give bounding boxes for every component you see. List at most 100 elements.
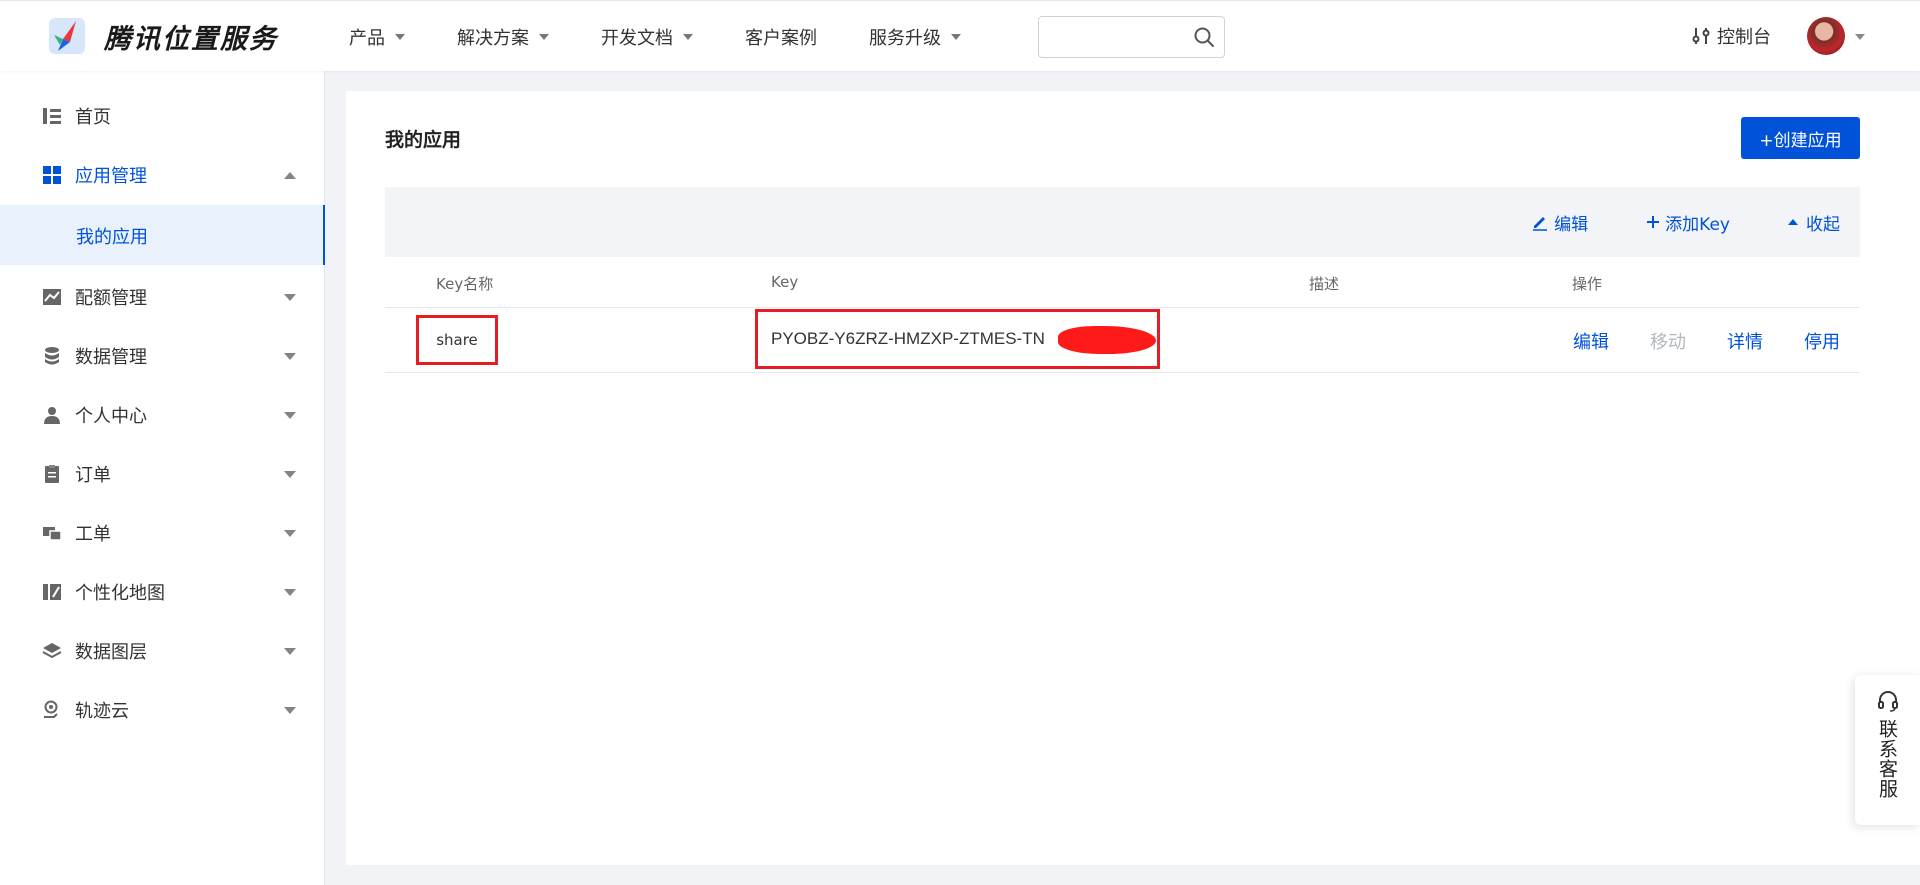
sidebar-item-data[interactable]: 数据管理 bbox=[0, 326, 325, 386]
top-header: 腾讯位置服务 产品 解决方案 开发文档 客户案例 服务升级 控制台 bbox=[0, 0, 1920, 71]
chevron-up-icon bbox=[284, 172, 296, 179]
main-nav: 产品 解决方案 开发文档 客户案例 服务升级 bbox=[349, 1, 1013, 72]
sidebar-item-label: 个人中心 bbox=[75, 406, 147, 427]
chevron-down-icon bbox=[951, 33, 961, 40]
contact-support-button[interactable]: 联系客服 bbox=[1855, 675, 1920, 825]
row-edit-button[interactable]: 编辑 bbox=[1573, 328, 1609, 354]
collapse-label: 收起 bbox=[1806, 214, 1840, 235]
sidebar-item-label: 工单 bbox=[75, 524, 111, 545]
chevron-down-icon bbox=[683, 33, 693, 40]
sidebar-item-app-management[interactable]: 应用管理 bbox=[0, 145, 325, 205]
page-title: 我的应用 bbox=[385, 129, 462, 151]
caret-up-icon bbox=[1788, 219, 1798, 225]
layers-icon bbox=[42, 643, 62, 659]
avatar[interactable] bbox=[1807, 17, 1845, 55]
chevron-down-icon bbox=[284, 589, 296, 596]
nav-docs[interactable]: 开发文档 bbox=[601, 24, 693, 50]
clipboard-icon bbox=[45, 465, 59, 483]
chevron-down-icon bbox=[539, 33, 549, 40]
chevron-down-icon[interactable] bbox=[1855, 34, 1865, 40]
brand-name: 腾讯位置服务 bbox=[104, 23, 278, 55]
sidebar-item-label: 数据管理 bbox=[75, 347, 147, 368]
edit-app-label: 编辑 bbox=[1554, 214, 1589, 235]
key-value-cell: PYOBZ-Y6ZRZ-HMZXP-ZTMES-TN bbox=[755, 309, 1160, 369]
custom-map-icon bbox=[43, 584, 61, 600]
table-row: share PYOBZ-Y6ZRZ-HMZXP-ZTMES-TN 编辑 移动 详… bbox=[385, 308, 1860, 373]
sidebar-item-label: 配额管理 bbox=[75, 288, 147, 309]
search-box bbox=[1038, 16, 1225, 58]
sidebar-item-tickets[interactable]: 工单 bbox=[0, 503, 325, 563]
compass-logo-icon bbox=[46, 15, 88, 57]
column-header-actions: 操作 bbox=[1572, 275, 1603, 293]
row-detail-button[interactable]: 详情 bbox=[1727, 328, 1763, 354]
chevron-down-icon bbox=[284, 530, 296, 537]
sidebar-item-profile[interactable]: 个人中心 bbox=[0, 385, 325, 445]
nav-solutions[interactable]: 解决方案 bbox=[457, 24, 549, 50]
column-header-key: Key bbox=[771, 273, 799, 291]
chart-icon bbox=[43, 289, 61, 305]
chevron-down-icon bbox=[284, 294, 296, 301]
add-key-label: 添加Key bbox=[1665, 214, 1730, 235]
search-icon[interactable] bbox=[1192, 25, 1216, 53]
sidebar-subitem-label: 我的应用 bbox=[76, 227, 148, 248]
nav-solutions-label: 解决方案 bbox=[457, 27, 529, 49]
nav-cases[interactable]: 客户案例 bbox=[745, 24, 817, 50]
console-label: 控制台 bbox=[1717, 27, 1771, 48]
redaction-mark bbox=[1058, 326, 1156, 354]
chevron-down-icon bbox=[395, 33, 405, 40]
chevron-down-icon bbox=[284, 471, 296, 478]
row-move-button[interactable]: 移动 bbox=[1650, 328, 1686, 354]
sidebar: 首页 应用管理 我的应用 配额管理 数据管理 个人中心 订单 工单 个性化地图 bbox=[0, 71, 325, 885]
nav-products[interactable]: 产品 bbox=[349, 24, 405, 50]
nav-products-label: 产品 bbox=[349, 27, 385, 49]
table-header: Key名称 Key 描述 操作 bbox=[385, 257, 1860, 308]
sidebar-item-label: 应用管理 bbox=[75, 166, 147, 187]
chevron-down-icon bbox=[284, 353, 296, 360]
database-icon bbox=[45, 347, 59, 365]
brand-logo[interactable]: 腾讯位置服务 bbox=[46, 15, 278, 57]
collapse-button[interactable]: 收起 bbox=[1788, 210, 1840, 235]
app-header-bar: 编辑 添加Key 收起 bbox=[385, 187, 1860, 257]
sidebar-item-label: 首页 bbox=[75, 107, 111, 128]
sidebar-item-label: 个性化地图 bbox=[75, 583, 165, 604]
sidebar-item-label: 轨迹云 bbox=[75, 701, 129, 722]
key-table: Key名称 Key 描述 操作 share PYOBZ-Y6ZRZ-HMZXP-… bbox=[385, 257, 1860, 373]
edit-app-button[interactable]: 编辑 bbox=[1531, 210, 1588, 235]
main-panel: 我的应用 +创建应用 编辑 添加Key 收起 Key名称 Key 描述 操作 s… bbox=[346, 91, 1920, 865]
grid-apps-icon bbox=[43, 166, 61, 184]
sidebar-item-quota[interactable]: 配额管理 bbox=[0, 267, 325, 327]
add-key-button[interactable]: 添加Key bbox=[1646, 210, 1730, 235]
sidebar-subitem-my-apps[interactable]: 我的应用 bbox=[0, 205, 325, 265]
chevron-down-icon bbox=[284, 707, 296, 714]
key-name-cell: share bbox=[416, 315, 498, 365]
chevron-down-icon bbox=[284, 412, 296, 419]
track-pin-icon bbox=[44, 700, 58, 718]
console-link[interactable]: 控制台 bbox=[1692, 23, 1771, 49]
sidebar-item-custom-map[interactable]: 个性化地图 bbox=[0, 562, 325, 622]
ticket-icon bbox=[43, 527, 62, 541]
sidebar-item-orders[interactable]: 订单 bbox=[0, 444, 325, 504]
chevron-down-icon bbox=[284, 648, 296, 655]
nav-cases-label: 客户案例 bbox=[745, 27, 817, 49]
sidebar-item-data-layers[interactable]: 数据图层 bbox=[0, 621, 325, 681]
pencil-icon bbox=[1533, 217, 1548, 231]
search-input[interactable] bbox=[1039, 17, 1184, 55]
key-value: PYOBZ-Y6ZRZ-HMZXP-ZTMES-TN bbox=[771, 329, 1045, 348]
home-list-icon bbox=[43, 108, 61, 124]
sliders-icon bbox=[1692, 28, 1710, 44]
headset-icon bbox=[1877, 691, 1898, 712]
sidebar-item-track-cloud[interactable]: 轨迹云 bbox=[0, 680, 325, 740]
contact-support-label: 联系客服 bbox=[1876, 719, 1898, 799]
create-app-button[interactable]: +创建应用 bbox=[1741, 117, 1860, 159]
sidebar-item-home[interactable]: 首页 bbox=[0, 86, 325, 146]
sidebar-item-label: 数据图层 bbox=[75, 642, 147, 663]
row-disable-button[interactable]: 停用 bbox=[1804, 328, 1840, 354]
sidebar-item-label: 订单 bbox=[75, 465, 111, 486]
app-actions: 编辑 添加Key 收起 bbox=[1473, 187, 1840, 257]
nav-upgrade[interactable]: 服务升级 bbox=[869, 24, 961, 50]
nav-upgrade-label: 服务升级 bbox=[869, 27, 941, 49]
nav-docs-label: 开发文档 bbox=[601, 27, 673, 49]
column-header-description: 描述 bbox=[1309, 275, 1340, 293]
user-icon bbox=[44, 407, 60, 424]
plus-icon bbox=[1647, 216, 1660, 228]
